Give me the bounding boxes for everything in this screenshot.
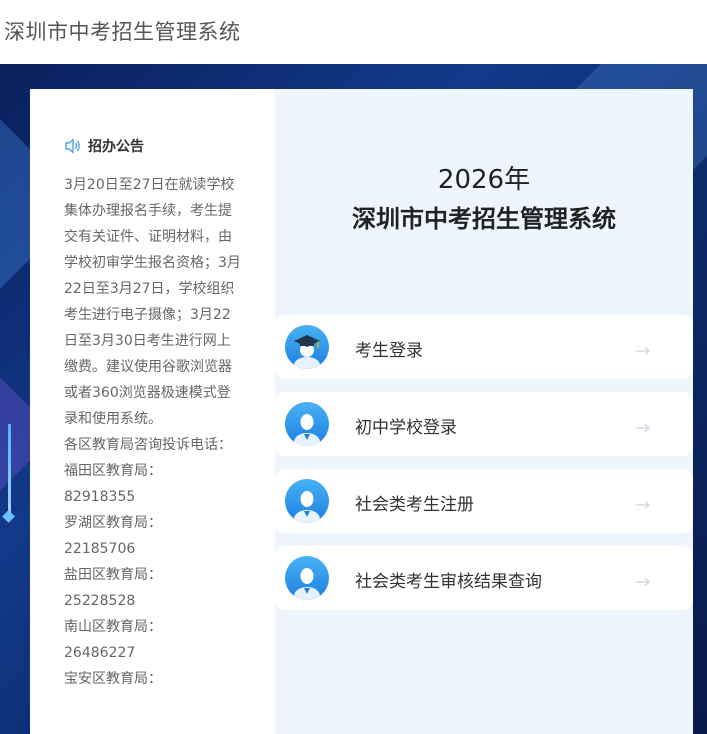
notice-panel: 招办公告 3月20日至27日在就读学校集体办理报名手续，考生提交有关证件、证明材…: [30, 89, 275, 734]
student-login-label: 考生登录: [355, 341, 423, 361]
notice-line: 南山区教育局：: [64, 619, 162, 635]
notice-line: 福田区教育局：: [64, 463, 162, 479]
arrow-right-icon: [635, 572, 651, 587]
top-bar: 深圳市中考招生管理系统: [0, 0, 707, 64]
student-login-button[interactable]: 考生登录: [275, 315, 693, 379]
notice-line: 罗湖区教育局：: [64, 515, 162, 531]
notice-body: 3月20日至27日在就读学校集体办理报名手续，考生提交有关证件、证明材料，由学校…: [64, 172, 244, 692]
speaker-icon: [64, 137, 82, 155]
person-icon: [285, 479, 329, 523]
notice-line: 82918355: [64, 489, 136, 505]
social-result-query-button[interactable]: 社会类考生审核结果查询: [275, 546, 693, 610]
notice-line: 25228528: [64, 593, 136, 609]
main-card: 招办公告 3月20日至27日在就读学校集体办理报名手续，考生提交有关证件、证明材…: [30, 89, 693, 734]
school-login-label: 初中学校登录: [355, 418, 457, 438]
system-name: 深圳市中考招生管理系统: [352, 205, 616, 233]
notice-line: 3月20日至27日在就读学校集体办理报名手续，考生提交有关证件、证明材料，由学校…: [64, 177, 241, 427]
background-stage: 招办公告 3月20日至27日在就读学校集体办理报名手续，考生提交有关证件、证明材…: [0, 64, 707, 734]
social-result-query-label: 社会类考生审核结果查询: [355, 572, 542, 592]
arrow-right-icon: [635, 495, 651, 510]
person-icon: [285, 556, 329, 600]
notice-title: 招办公告: [88, 139, 144, 155]
system-year: 2026年: [437, 165, 531, 195]
notice-line: 宝安区教育局：: [64, 671, 162, 687]
notice-line: 26486227: [64, 645, 136, 661]
notice-line: 盐田区教育局：: [64, 567, 162, 583]
person-icon: [285, 402, 329, 446]
notice-header: 招办公告: [64, 136, 144, 156]
social-register-label: 社会类考生注册: [355, 495, 474, 515]
notice-line: 22185706: [64, 541, 136, 557]
arrow-right-icon: [635, 341, 651, 356]
side-accent-diamond: [2, 510, 15, 523]
side-accent-line: [8, 424, 11, 514]
app-title: 深圳市中考招生管理系统: [4, 20, 241, 44]
arrow-right-icon: [635, 418, 651, 433]
graduate-cap-icon: [285, 325, 329, 369]
notice-line: 各区教育局咨询投诉电话：: [64, 437, 232, 453]
login-panel: 2026年 深圳市中考招生管理系统 考生登录 初中学校登录 社会类考生注册 社会…: [275, 89, 693, 734]
social-register-button[interactable]: 社会类考生注册: [275, 469, 693, 533]
school-login-button[interactable]: 初中学校登录: [275, 392, 693, 456]
